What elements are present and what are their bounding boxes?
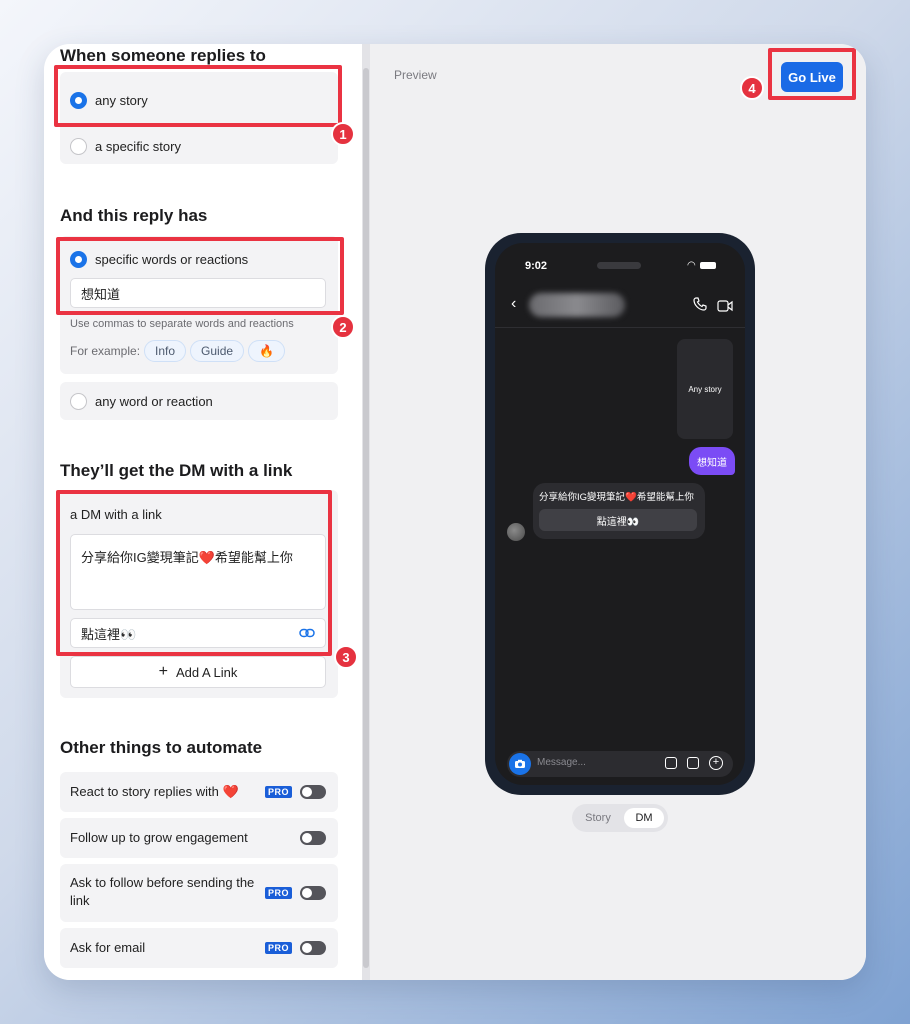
annotation-box-1 xyxy=(54,65,342,127)
tab-dm[interactable]: DM xyxy=(624,808,664,828)
example-chip[interactable]: Guide xyxy=(190,340,245,362)
toggle-switch[interactable] xyxy=(300,831,326,845)
story-card: Any story xyxy=(677,339,733,439)
automate-item-react: React to story replies with ❤️ PRO xyxy=(60,772,338,812)
phone-screen: 9:02 ◠ ‹ Any story 想知道 分享給你IG變現筆記❤️希望能幫上… xyxy=(495,243,745,785)
header-divider xyxy=(495,327,745,328)
user-reply-bubble: 想知道 xyxy=(689,447,735,475)
automate-item-label: Ask for email xyxy=(70,940,146,955)
automate-item-follow-up: Follow up to grow engagement xyxy=(60,818,338,858)
sticker-icon[interactable] xyxy=(687,757,699,769)
tab-story[interactable]: Story xyxy=(576,808,620,828)
toggle-switch[interactable] xyxy=(300,886,326,900)
scrollbar-thumb[interactable] xyxy=(363,68,369,968)
pro-badge: PRO xyxy=(265,887,293,899)
bot-message-bubble: 分享給你IG變現筆記❤️希望能幫上你 點這裡👀 xyxy=(533,483,705,539)
option-any-word[interactable]: any word or reaction xyxy=(70,391,213,411)
annotation-box-4 xyxy=(768,48,856,100)
annotation-badge-3: 3 xyxy=(334,645,358,669)
keywords-hint: Use commas to separate words and reactio… xyxy=(70,318,294,330)
dm-heading: They’ll get the DM with a link xyxy=(60,461,293,480)
dynamic-island xyxy=(597,262,641,269)
wifi-icon: ◠ xyxy=(687,260,696,271)
automate-item-label: Follow up to grow engagement xyxy=(70,830,248,845)
automate-item-email: Ask for email PRO xyxy=(60,928,338,968)
annotation-badge-1: 1 xyxy=(331,122,355,146)
panel-scrollbar[interactable] xyxy=(362,44,370,980)
option-specific-story[interactable]: a specific story xyxy=(70,136,181,156)
examples-row: For example: Info Guide 🔥 xyxy=(70,340,286,362)
status-time: 9:02 xyxy=(525,260,548,272)
preview-panel: Preview Go Live 4 9:02 ◠ ‹ Any story 想知道… xyxy=(370,44,866,980)
battery-icon xyxy=(699,262,716,269)
message-placeholder: Message... xyxy=(537,757,586,768)
annotation-box-3 xyxy=(56,490,332,656)
camera-icon[interactable] xyxy=(509,753,531,775)
message-composer[interactable]: Message... + xyxy=(507,751,733,777)
example-chip[interactable]: 🔥 xyxy=(248,340,286,362)
phone-call-icon[interactable] xyxy=(693,297,707,316)
annotation-badge-4: 4 xyxy=(740,76,764,100)
add-circle-icon[interactable]: + xyxy=(709,756,723,770)
add-link-label: Add A Link xyxy=(175,664,238,680)
gallery-icon[interactable] xyxy=(665,757,677,769)
blurred-username xyxy=(529,293,625,317)
status-icons: ◠ xyxy=(671,260,716,271)
bot-link-button[interactable]: 點這裡👀 xyxy=(539,509,697,531)
radio-empty-icon[interactable] xyxy=(70,137,87,155)
annotation-box-2 xyxy=(56,237,344,315)
radio-empty-icon[interactable] xyxy=(70,392,87,410)
automate-item-ask-follow: Ask to follow before sending the link PR… xyxy=(60,864,338,922)
bot-message-text: 分享給你IG變現筆記❤️希望能幫上你 xyxy=(539,492,694,503)
back-chevron-icon[interactable]: ‹ xyxy=(511,295,516,313)
option-label: any word or reaction xyxy=(95,393,213,409)
sender-avatar xyxy=(507,523,525,541)
automation-editor-card: When someone replies to any story a spec… xyxy=(44,44,866,980)
trigger-heading: When someone replies to xyxy=(60,46,266,65)
option-label: a specific story xyxy=(95,138,181,154)
video-call-icon[interactable] xyxy=(717,299,733,317)
preview-label: Preview xyxy=(394,68,437,82)
examples-label: For example: xyxy=(70,344,141,358)
settings-panel: When someone replies to any story a spec… xyxy=(44,44,362,980)
pro-badge: PRO xyxy=(265,942,293,954)
automate-item-label: Ask to follow before sending the link xyxy=(70,875,255,908)
signal-icon xyxy=(671,261,683,270)
phone-mockup: 9:02 ◠ ‹ Any story 想知道 分享給你IG變現筆記❤️希望能幫上… xyxy=(485,233,755,795)
toggle-switch[interactable] xyxy=(300,785,326,799)
automate-item-label: React to story replies with ❤️ xyxy=(70,784,239,799)
toggle-switch[interactable] xyxy=(300,941,326,955)
plus-icon: + xyxy=(158,663,168,680)
example-chip[interactable]: Info xyxy=(144,340,187,362)
option-any-word-box: any word or reaction xyxy=(60,382,338,420)
preview-mode-toggle: Story DM xyxy=(572,804,668,832)
reply-heading: And this reply has xyxy=(60,206,208,225)
automate-heading: Other things to automate xyxy=(60,738,263,757)
add-link-button[interactable]: + Add A Link xyxy=(70,656,326,688)
annotation-badge-2: 2 xyxy=(331,315,355,339)
pro-badge: PRO xyxy=(265,786,293,798)
